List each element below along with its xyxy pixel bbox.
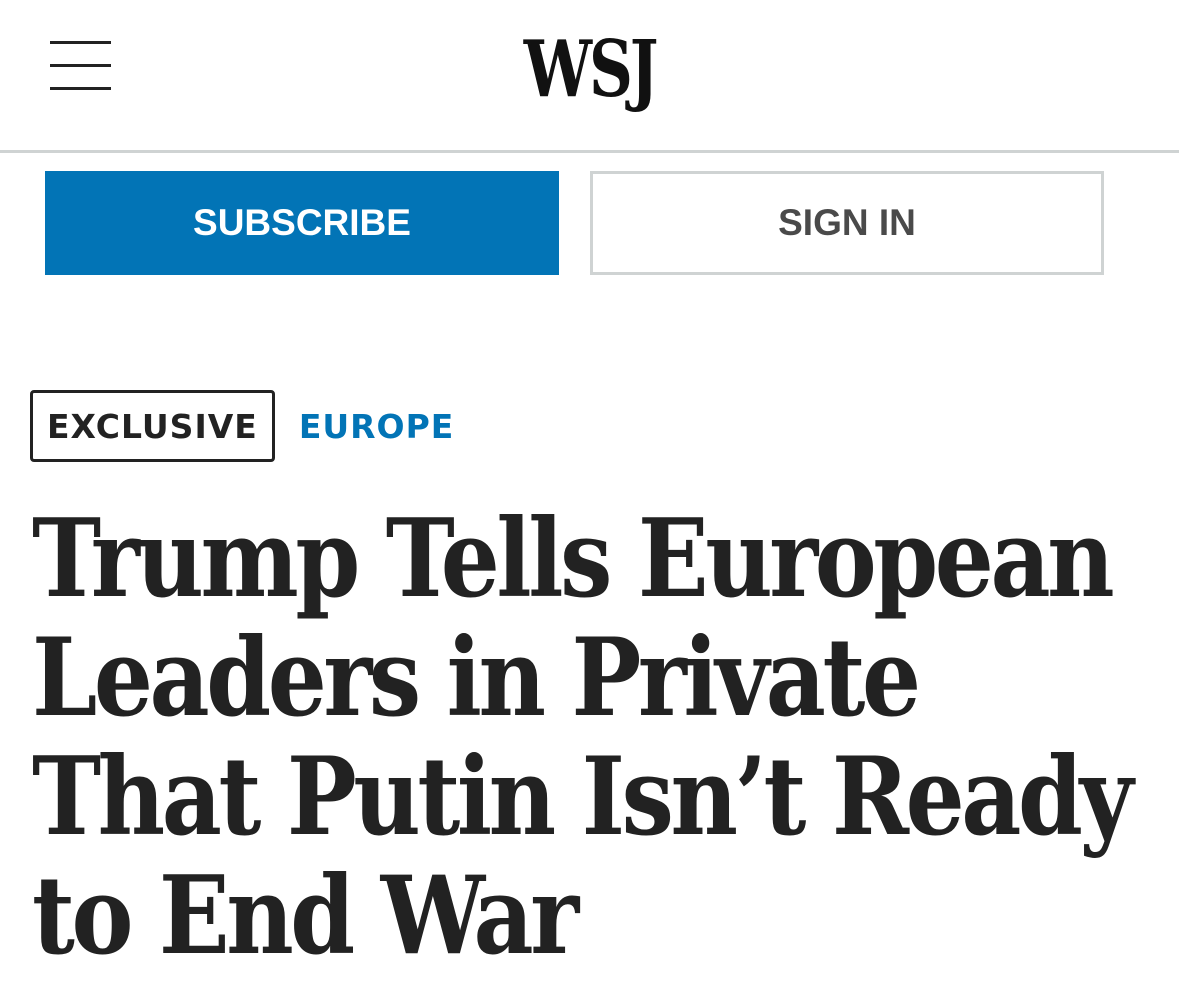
article-headline: Trump Tells European Leaders in Private … [32,496,1133,979]
site-header: WSJ [0,0,1179,153]
article-tags: EXCLUSIVE EUROPE [30,390,454,462]
menu-bar-top [50,41,111,44]
section-link-europe[interactable]: EUROPE [299,407,455,446]
menu-bar-middle [50,64,111,67]
hamburger-menu-icon[interactable] [50,40,112,92]
menu-bar-bottom [50,87,111,90]
exclusive-badge: EXCLUSIVE [30,390,275,462]
sign-in-button[interactable]: SIGN IN [590,171,1104,275]
subscribe-button[interactable]: SUBSCRIBE [45,171,559,275]
wsj-logo[interactable]: WSJ [130,22,1050,118]
